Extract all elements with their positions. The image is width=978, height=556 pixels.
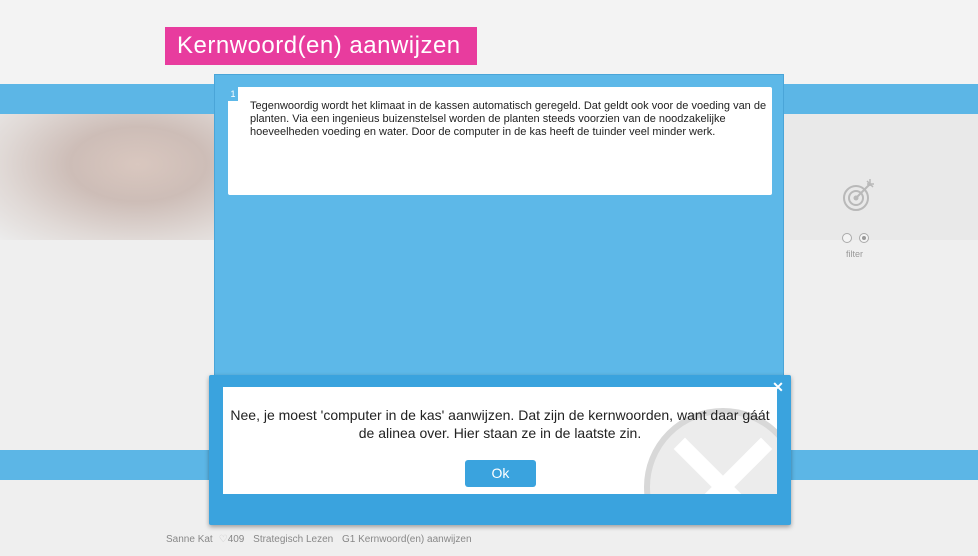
feedback-dialog: Nee, je moest 'computer in de kas' aanwi… xyxy=(209,375,791,525)
passage-number: 1 xyxy=(228,87,238,101)
footer-breadcrumb: Sanne Kat ♡409 Strategisch Lezen G1 Kernw… xyxy=(166,534,478,545)
passage-card[interactable]: 1 Tegenwoordig wordt het klimaat in de k… xyxy=(228,87,772,195)
passage-text[interactable]: Tegenwoordig wordt het klimaat in de kas… xyxy=(250,100,770,139)
portrait-photo xyxy=(0,114,230,240)
exercise-panel: 1 Tegenwoordig wordt het klimaat in de k… xyxy=(214,74,784,386)
header-band xyxy=(0,0,978,84)
filter-radio-on[interactable] xyxy=(859,233,869,243)
filter-radio-off[interactable] xyxy=(842,233,852,243)
feedback-dialog-body: Nee, je moest 'computer in de kas' aanwi… xyxy=(223,387,777,494)
lesson-name: G1 Kernwoord(en) aanwijzen xyxy=(342,534,472,545)
ok-button[interactable]: Ok xyxy=(465,460,536,487)
target-arrow-icon[interactable] xyxy=(840,178,876,214)
course-name: Strategisch Lezen xyxy=(253,534,334,545)
close-icon[interactable]: ✕ xyxy=(771,380,785,394)
page-title: Kernwoord(en) aanwijzen xyxy=(165,27,477,65)
user-score: 409 xyxy=(227,534,245,545)
user-name: Sanne Kat xyxy=(166,534,213,545)
filter-label: filter xyxy=(846,249,864,259)
heart-icon: ♡ xyxy=(218,534,228,545)
feedback-message: Nee, je moest 'computer in de kas' aanwi… xyxy=(230,407,770,441)
